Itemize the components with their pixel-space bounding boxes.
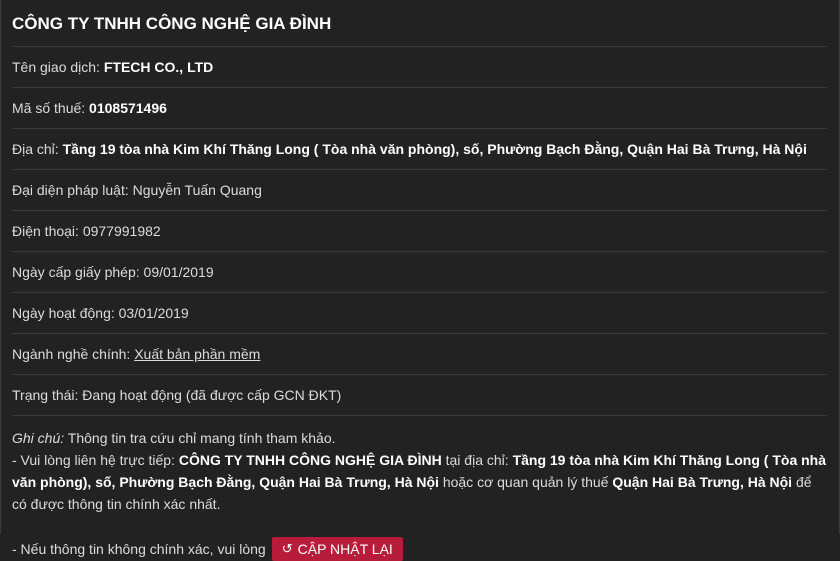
tax-code-value: 0108571496	[89, 100, 167, 116]
contact-or: hoặc cơ quan quản lý thuế	[442, 474, 609, 490]
license-date-value: 09/01/2019	[143, 264, 214, 280]
legal-rep-label: Đại diện pháp luật:	[12, 182, 129, 198]
industry-link[interactable]: Xuất bản phần mềm	[134, 346, 260, 362]
update-text: - Nếu thông tin không chính xác, vui lòn…	[12, 541, 266, 557]
company-info-card: CÔNG TY TNHH CÔNG NGHỆ GIA ĐÌNH Tên giao…	[0, 0, 840, 561]
license-date-row: Ngày cấp giấy phép: 09/01/2019	[12, 252, 827, 293]
legal-rep-row: Đại diện pháp luật: Nguyễn Tuấn Quang	[12, 170, 827, 211]
note-text: Thông tin tra cứu chỉ mang tính tham khả…	[67, 430, 336, 446]
address-label: Địa chỉ:	[12, 141, 59, 157]
active-date-label: Ngày hoạt động:	[12, 305, 115, 321]
tax-office: Quận Hai Bà Trưng, Hà Nội	[612, 474, 793, 490]
phone-label: Điện thoại:	[12, 223, 79, 239]
note-line: Ghi chú: Thông tin tra cứu chỉ mang tính…	[12, 427, 827, 449]
tax-code-row: Mã số thuế: 0108571496	[12, 88, 827, 129]
tax-code-label: Mã số thuế:	[12, 100, 86, 116]
trade-name-value: FTECH CO., LTD	[103, 59, 214, 75]
note-section: Ghi chú: Thông tin tra cứu chỉ mang tính…	[12, 416, 827, 561]
phone-row: Điện thoại: 0977991982	[12, 211, 827, 252]
legal-rep-value: Nguyễn Tuấn Quang	[132, 182, 262, 198]
contact-mid: tại địa chỉ:	[445, 452, 509, 468]
address-row: Địa chỉ: Tầng 19 tòa nhà Kim Khí Thăng L…	[12, 129, 827, 170]
phone-value: 0977991982	[82, 223, 161, 239]
active-date-row: Ngày hoạt động: 03/01/2019	[12, 293, 827, 334]
trade-name-label: Tên giao dịch:	[12, 59, 100, 75]
company-title: CÔNG TY TNHH CÔNG NGHỆ GIA ĐÌNH	[12, 0, 827, 47]
update-button-label: CẬP NHẬT LẠI	[297, 541, 393, 557]
status-value: Đang hoạt động (đã được cấp GCN ĐKT)	[82, 387, 342, 403]
active-date-value: 03/01/2019	[118, 305, 189, 321]
contact-prefix: - Vui lòng liên hệ trực tiếp:	[12, 452, 175, 468]
note-label: Ghi chú:	[12, 430, 65, 446]
industry-label: Ngành nghề chính:	[12, 346, 131, 362]
status-row: Trạng thái: Đang hoạt động (đã được cấp …	[12, 375, 827, 416]
update-button[interactable]: ↺ CẬP NHẬT LẠI	[271, 537, 403, 561]
trade-name-row: Tên giao dịch: FTECH CO., LTD	[12, 47, 827, 88]
industry-row: Ngành nghề chính: Xuất bản phần mềm	[12, 334, 827, 375]
refresh-icon: ↺	[281, 541, 293, 556]
contact-company: CÔNG TY TNHH CÔNG NGHỆ GIA ĐÌNH	[178, 452, 442, 468]
license-date-label: Ngày cấp giấy phép:	[12, 264, 140, 280]
contact-line: - Vui lòng liên hệ trực tiếp: CÔNG TY TN…	[12, 449, 827, 515]
address-value: Tầng 19 tòa nhà Kim Khí Thăng Long ( Tòa…	[62, 141, 807, 157]
status-label: Trạng thái:	[12, 387, 79, 403]
update-line: - Nếu thông tin không chính xác, vui lòn…	[12, 537, 827, 561]
